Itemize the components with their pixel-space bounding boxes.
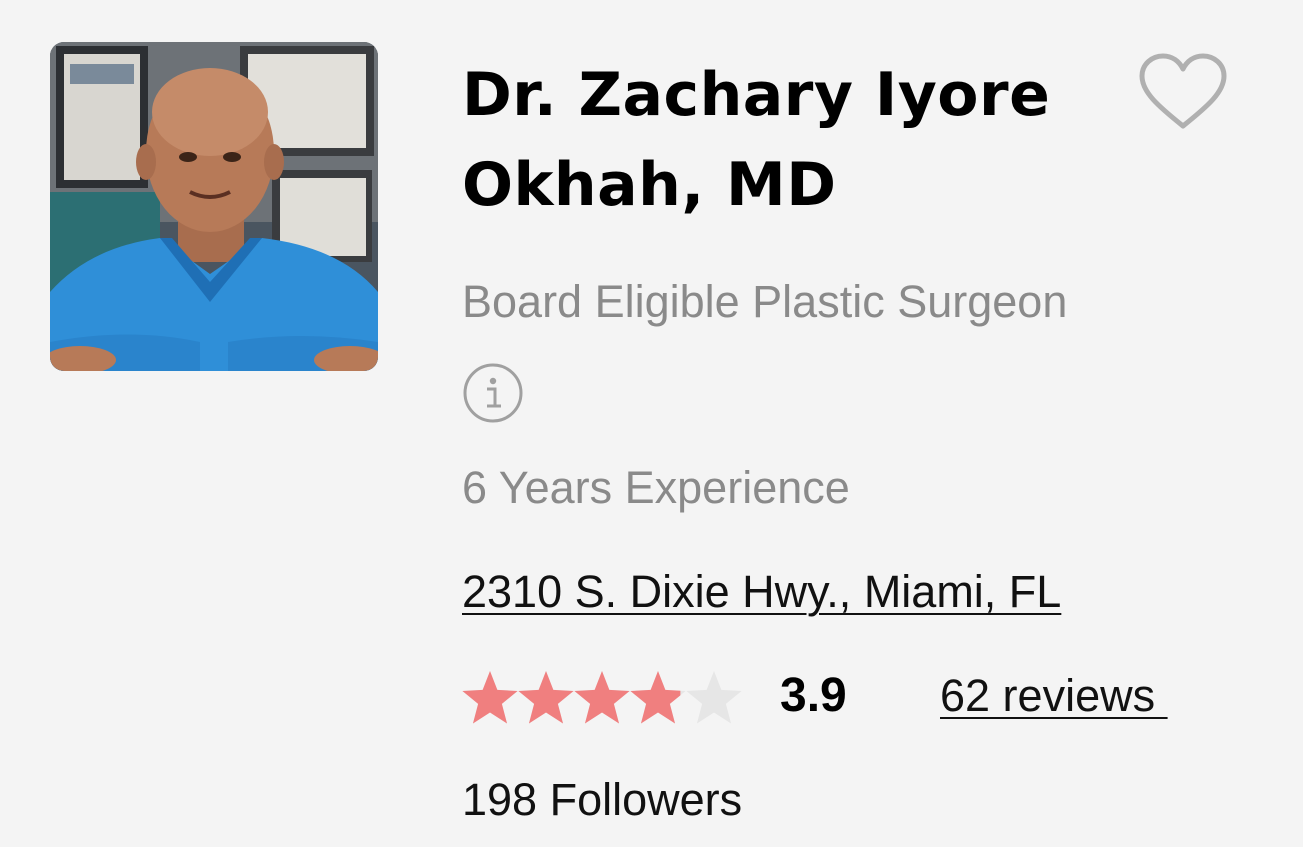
specialty-label: Board Eligible Plastic Surgeon <box>462 276 1068 327</box>
heart-outline-icon <box>1139 53 1227 129</box>
star-filled-icon <box>462 671 518 724</box>
doctor-card: Dr. Zachary Iyore Okhah, MD Board Eligib… <box>0 0 1303 847</box>
favorite-button[interactable] <box>1138 52 1228 132</box>
doctor-name: Dr. Zachary Iyore Okhah, MD <box>462 60 1051 220</box>
experience-label: 6 Years Experience <box>462 462 850 513</box>
star-icon <box>686 671 742 724</box>
star-filled-icon <box>574 671 630 724</box>
rating-score: 3.9 <box>780 669 847 722</box>
star-filled-icon <box>630 671 681 724</box>
info-button[interactable] <box>462 362 524 424</box>
reviews-link[interactable]: 62 reviews <box>940 666 1168 726</box>
doctor-photo[interactable] <box>50 42 378 371</box>
info-circle-icon <box>463 363 523 423</box>
star-filled-icon <box>518 671 574 724</box>
star-rating <box>462 671 742 724</box>
address-link[interactable]: 2310 S. Dixie Hwy., Miami, FL <box>462 562 1061 622</box>
rating-row: 3.9 62 reviews <box>462 664 1262 728</box>
doctor-photo-image <box>50 42 378 371</box>
followers-count: 198 Followers <box>462 774 743 825</box>
